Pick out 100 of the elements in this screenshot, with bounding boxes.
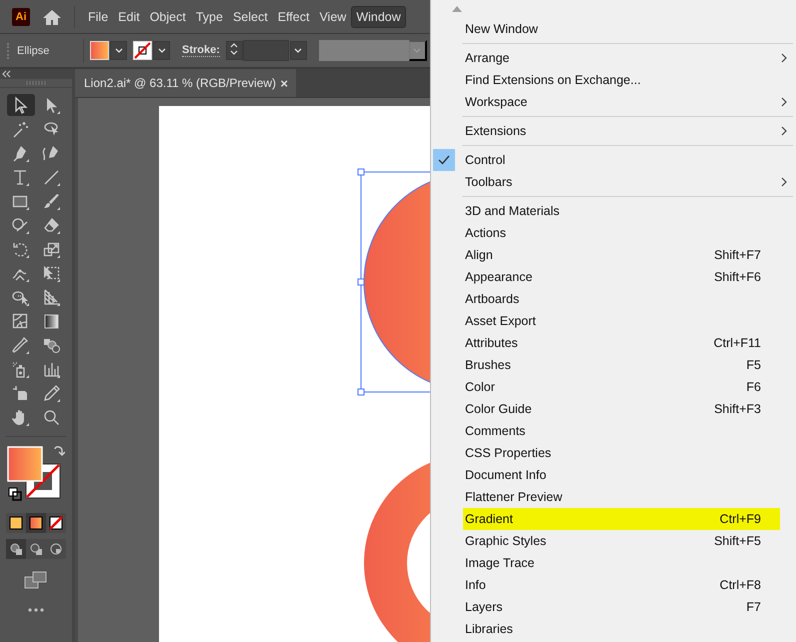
shaper-icon	[11, 216, 30, 234]
fill-swatch[interactable]	[90, 41, 109, 60]
menu-item[interactable]: Asset Export	[431, 310, 796, 332]
menu-label: 3D and Materials	[465, 204, 560, 218]
artboard-icon	[11, 384, 30, 402]
color-swatch-icon	[8, 515, 24, 531]
menu-item[interactable]: Find Extensions on Exchange...	[431, 69, 796, 91]
menu-label: New Window	[465, 22, 539, 36]
menu-item[interactable]: View	[314, 6, 352, 28]
menu-item[interactable]: Effect	[272, 6, 314, 28]
menu-item[interactable]: Info Ctrl+F8	[431, 574, 796, 596]
gradient-swatch-icon	[28, 515, 44, 531]
menu-item[interactable]: Appearance Shift+F6	[431, 266, 796, 288]
menu-item[interactable]: Arrange	[431, 47, 796, 69]
curvature-pen-icon	[42, 144, 61, 162]
document-tab[interactable]: Lion2.ai* @ 63.11 % (RGB/Preview) ×	[75, 69, 296, 97]
menu-label: Asset Export	[465, 314, 537, 328]
menu-item[interactable]: Control	[431, 149, 796, 171]
menu-item[interactable]: Artboards	[431, 288, 796, 310]
dropdown-button[interactable]	[408, 40, 427, 61]
shortcut-label: Ctrl+F8	[720, 578, 761, 592]
chevron-down-icon	[158, 48, 166, 53]
symbol-sprayer-icon	[11, 360, 30, 378]
menu-item[interactable]: Color Guide Shift+F3	[431, 398, 796, 420]
menu-label: Brushes	[465, 358, 512, 372]
draw-inside-icon	[49, 542, 63, 556]
grip-icon	[26, 81, 46, 85]
menu-item[interactable]: CSS Properties	[431, 442, 796, 464]
menu-label: Actions	[465, 226, 507, 240]
tool-button[interactable]	[6, 94, 34, 116]
eraser-icon	[42, 216, 61, 234]
menu-label: Workspace	[465, 95, 528, 109]
menu-item[interactable]: Edit	[113, 6, 145, 28]
menu-label: Info	[465, 578, 487, 592]
menu-item[interactable]: Comments	[431, 420, 796, 442]
stepper[interactable]	[226, 41, 243, 60]
shortcut-label: Shift+F7	[714, 248, 761, 262]
shortcut-label: Ctrl+F11	[714, 336, 761, 350]
menu-item[interactable]: Window	[351, 6, 406, 28]
fill-mode-button[interactable]	[26, 513, 46, 533]
line-icon	[42, 168, 61, 186]
chevron-down-icon	[294, 48, 302, 53]
draw-mode-button[interactable]	[6, 539, 26, 559]
menu-label: Gradient	[465, 512, 514, 526]
menu-label: Layers	[465, 600, 504, 614]
dropdown-button[interactable]	[290, 41, 307, 60]
menu-item[interactable]: Attributes Ctrl+F11	[431, 332, 796, 354]
menu-item[interactable]: Document Info	[431, 464, 796, 486]
menu-label: Libraries	[465, 622, 514, 636]
menu-item[interactable]: Extensions	[431, 120, 796, 142]
stroke-weight-field[interactable]	[242, 40, 289, 61]
eyedropper-icon	[11, 336, 30, 354]
scroll-up-icon	[452, 6, 462, 12]
menu-label: Find Extensions on Exchange...	[465, 73, 642, 87]
magic-wand-icon	[11, 120, 30, 138]
menu-item[interactable]: Libraries	[431, 618, 796, 640]
type-icon	[11, 168, 30, 186]
menu-item[interactable]: Flattener Preview	[431, 486, 796, 508]
shortcut-label: Ctrl+F9	[720, 512, 761, 526]
menu-label: Arrange	[465, 51, 510, 65]
perspective-grid-icon	[42, 288, 61, 306]
dropdown-button[interactable]	[153, 41, 170, 60]
menu-label: CSS Properties	[465, 446, 552, 460]
menu-label: Flattener Preview	[465, 490, 564, 504]
shortcut-label: Shift+F5	[714, 534, 761, 548]
menu-label: Document Info	[465, 468, 548, 482]
dropdown-button[interactable]	[110, 41, 127, 60]
menu-item[interactable]: 3D and Materials	[431, 200, 796, 222]
menu-item[interactable]: Actions	[431, 222, 796, 244]
menu-item[interactable]: Brushes F5	[431, 354, 796, 376]
menu-item[interactable]: Align Shift+F7	[431, 244, 796, 266]
chevron-down-icon	[413, 48, 422, 53]
hand-icon	[11, 408, 30, 426]
draw-normal-icon	[9, 542, 23, 556]
menu-label: Align	[465, 248, 494, 262]
stepper-arrows-icon	[229, 42, 240, 56]
menu-item[interactable]: Select	[228, 6, 273, 28]
close-button[interactable]: ×	[280, 76, 288, 90]
draw-behind-icon	[29, 542, 43, 556]
menu-item[interactable]: File	[83, 6, 114, 28]
app-logo: Ai	[12, 8, 30, 26]
tool-name: Ellipse	[17, 44, 50, 56]
more-icon	[28, 608, 44, 612]
shortcut-label: F6	[746, 380, 761, 394]
menu-item[interactable]: Type	[190, 6, 228, 28]
menu-label: Color Guide	[465, 402, 533, 416]
mesh-icon	[11, 312, 30, 330]
menu-item[interactable]: New Window	[431, 18, 796, 40]
menu-item[interactable]: Graphic Styles Shift+F5	[431, 530, 796, 552]
home-icon	[42, 8, 62, 26]
stroke-label[interactable]: Stroke:	[182, 44, 220, 57]
menu-label: Comments	[465, 424, 526, 438]
chevron-down-icon	[114, 48, 122, 53]
menu-item[interactable]: Object	[144, 6, 191, 28]
menu-item[interactable]: Toolbars	[431, 171, 796, 193]
menu-item[interactable]: Layers F7	[431, 596, 796, 618]
menu-item[interactable]: Color F6	[431, 376, 796, 398]
menu-item[interactable]: Image Trace	[431, 552, 796, 574]
menu-label: Appearance	[465, 270, 534, 284]
menu-item[interactable]: Workspace	[431, 91, 796, 113]
